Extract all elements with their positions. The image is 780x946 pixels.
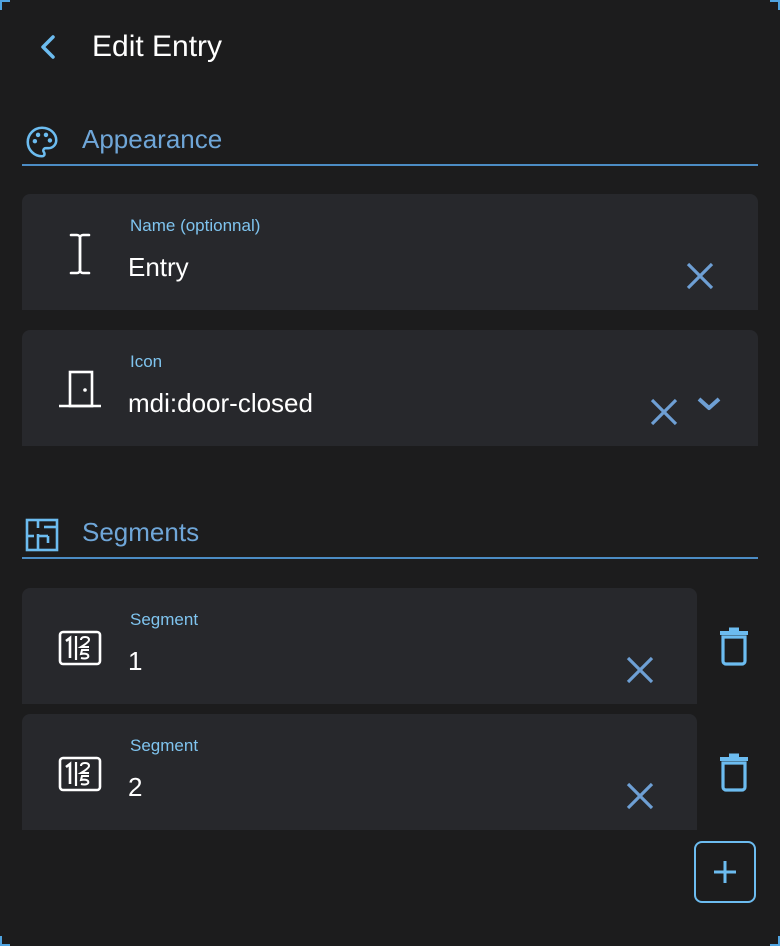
segment-field[interactable]: Segment 1 bbox=[22, 588, 697, 704]
name-field-label: Name (optionnal) bbox=[130, 216, 261, 235]
chevron-left-icon bbox=[41, 35, 55, 59]
segment-input[interactable]: 2 bbox=[128, 772, 548, 803]
icon-dropdown-button[interactable] bbox=[692, 387, 726, 421]
delete-segment-button[interactable] bbox=[712, 620, 756, 672]
segments-section-header: Segments bbox=[22, 497, 758, 559]
segment-clear-button[interactable] bbox=[620, 776, 660, 816]
appearance-section-title: Appearance bbox=[82, 124, 223, 154]
add-segment-button[interactable] bbox=[694, 841, 756, 903]
segment-field-label: Segment bbox=[130, 736, 199, 755]
close-icon bbox=[626, 782, 654, 810]
close-icon bbox=[686, 262, 714, 290]
segment-field-label: Segment bbox=[130, 610, 199, 629]
frame-corner-bottom-left bbox=[0, 936, 10, 946]
name-field[interactable]: Name (optionnal) Entry bbox=[22, 194, 758, 310]
text-cursor-icon bbox=[54, 228, 106, 280]
icon-clear-button[interactable] bbox=[644, 392, 684, 432]
close-icon bbox=[650, 398, 678, 426]
door-closed-icon bbox=[54, 364, 106, 416]
close-icon bbox=[626, 656, 654, 684]
name-input[interactable]: Entry bbox=[128, 252, 548, 283]
back-button[interactable] bbox=[30, 28, 66, 66]
icon-field-label: Icon bbox=[130, 352, 163, 371]
palette-icon bbox=[22, 122, 62, 162]
icon-field[interactable]: Icon mdi:door-closed bbox=[22, 330, 758, 446]
trash-icon bbox=[720, 753, 748, 792]
name-clear-button[interactable] bbox=[680, 256, 720, 296]
delete-segment-button[interactable] bbox=[712, 746, 756, 798]
segment-input[interactable]: 1 bbox=[128, 646, 548, 677]
page-title: Edit Entry bbox=[92, 30, 223, 63]
plus-icon bbox=[714, 861, 736, 883]
icon-input[interactable]: mdi:door-closed bbox=[128, 388, 548, 419]
segment-field[interactable]: Segment 2 bbox=[22, 714, 697, 830]
floor-plan-icon bbox=[22, 515, 62, 555]
appearance-section-header: Appearance bbox=[22, 104, 758, 166]
segments-section-title: Segments bbox=[82, 517, 200, 547]
chevron-down-icon bbox=[697, 397, 721, 410]
frame-corner-bottom-right bbox=[770, 936, 780, 946]
segment-clear-button[interactable] bbox=[620, 650, 660, 690]
dialog-header: Edit Entry bbox=[0, 0, 780, 96]
numeric-segment-icon bbox=[54, 622, 106, 674]
trash-icon bbox=[720, 627, 748, 666]
numeric-segment-icon bbox=[54, 748, 106, 800]
